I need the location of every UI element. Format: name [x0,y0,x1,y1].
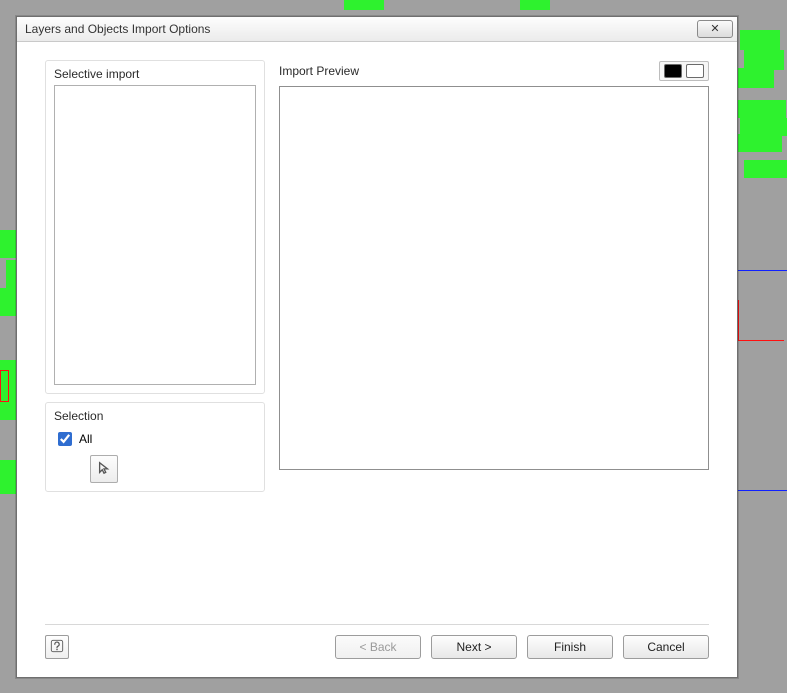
titlebar: Layers and Objects Import Options ✕ [17,17,737,42]
footer-separator [45,624,709,625]
import-preview-label: Import Preview [279,64,359,78]
import-options-dialog: Layers and Objects Import Options ✕ Sele… [16,16,738,678]
finish-button[interactable]: Finish [527,635,613,659]
wizard-footer: < Back Next > Finish Cancel [17,635,737,677]
preview-light-swatch[interactable] [686,64,704,78]
help-button[interactable] [45,635,69,659]
import-preview-area[interactable] [279,86,709,470]
all-checkbox[interactable] [58,432,72,446]
cancel-button[interactable]: Cancel [623,635,709,659]
layers-listbox[interactable] [54,85,256,385]
help-icon [50,639,64,656]
all-checkbox-row[interactable]: All [54,429,256,449]
preview-swatch-group [659,61,709,81]
close-icon: ✕ [710,24,719,35]
back-button[interactable]: < Back [335,635,421,659]
next-button[interactable]: Next > [431,635,517,659]
selective-import-group: Selective import [45,60,265,394]
selection-group: Selection All [45,402,265,492]
preview-dark-swatch[interactable] [664,64,682,78]
close-button[interactable]: ✕ [697,20,733,38]
pick-tool-button[interactable] [90,455,118,483]
selection-label: Selection [54,409,256,427]
dialog-body: Selective import Selection All [17,42,737,635]
window-title: Layers and Objects Import Options [25,22,697,36]
selective-import-label: Selective import [54,67,256,85]
all-checkbox-label: All [79,432,92,446]
cursor-arrow-icon [97,461,111,478]
